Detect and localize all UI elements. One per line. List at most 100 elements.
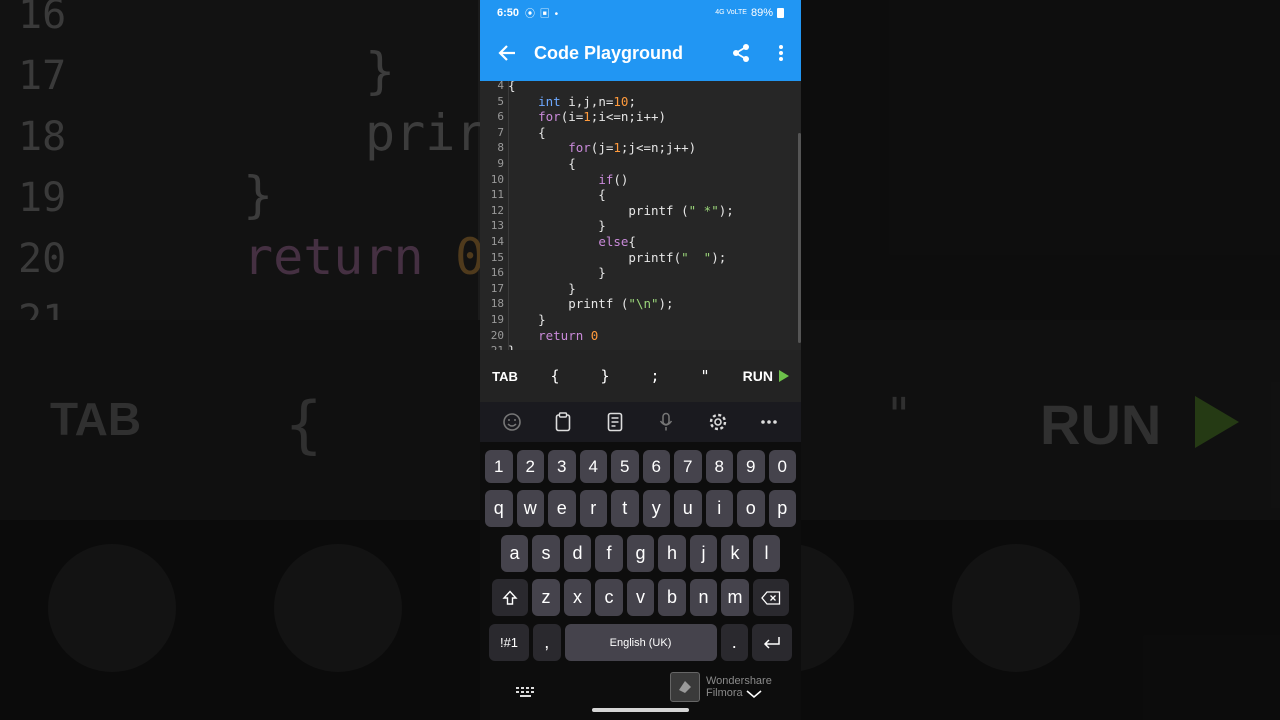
code-token: int [538, 93, 561, 109]
mic-icon[interactable] [652, 408, 680, 436]
line-number: 9 [497, 156, 504, 170]
key-h[interactable]: h [658, 535, 686, 572]
key-i[interactable]: i [705, 490, 733, 527]
key-r[interactable]: r [579, 490, 607, 527]
code-token: { [508, 155, 576, 171]
battery-percent: 89% [750, 6, 773, 19]
code-text: return 0 [506, 328, 598, 344]
close-brace-button[interactable]: } [580, 367, 630, 385]
editor-scrollbar[interactable] [798, 133, 801, 343]
more-vertical-icon[interactable] [761, 25, 801, 81]
background-dim-overlay [0, 0, 480, 720]
code-token: ; [628, 93, 636, 109]
backspace-key[interactable] [752, 579, 789, 616]
code-token: " " [681, 249, 712, 265]
code-token: (j= [590, 140, 614, 156]
shift-key[interactable] [492, 579, 529, 616]
key-e[interactable]: e [548, 490, 576, 527]
text-edit-icon[interactable] [601, 408, 629, 436]
code-token: for [538, 109, 561, 125]
key-4[interactable]: 4 [579, 450, 607, 483]
code-token: { [628, 233, 636, 249]
space-bar[interactable]: English (UK) [564, 624, 717, 661]
period-key[interactable]: . [720, 624, 748, 661]
key-1[interactable]: 1 [485, 450, 513, 483]
key-q[interactable]: q [485, 490, 513, 527]
key-0[interactable]: 0 [768, 450, 796, 483]
key-g[interactable]: g [626, 535, 655, 572]
run-button[interactable]: RUN [743, 368, 801, 384]
key-f[interactable]: f [595, 535, 623, 572]
code-line: 9 { [480, 156, 801, 172]
key-m[interactable]: m [721, 579, 749, 616]
line-number: 17 [490, 281, 504, 295]
phone-screen: 6:50 ⦿ ▣ • 4G VoLTE 89% Code Playground … [480, 0, 801, 720]
symbol-bar: TAB { } ; " RUN [480, 350, 801, 402]
share-icon[interactable] [721, 25, 761, 81]
code-token: printf( [508, 249, 682, 265]
tab-key-button[interactable]: TAB [480, 369, 530, 384]
comma-key[interactable]: , [533, 624, 561, 661]
key-5[interactable]: 5 [611, 450, 639, 483]
key-8[interactable]: 8 [705, 450, 733, 483]
letter-row-3-keys: zxcvbnm [532, 579, 749, 616]
key-2[interactable]: 2 [516, 450, 544, 483]
key-d[interactable]: d [563, 535, 592, 572]
key-o[interactable]: o [737, 490, 765, 527]
key-6[interactable]: 6 [642, 450, 670, 483]
code-token: 10 [613, 93, 629, 109]
key-9[interactable]: 9 [737, 450, 765, 483]
key-k[interactable]: k [721, 535, 749, 572]
code-text: printf(" "); [506, 250, 726, 266]
key-y[interactable]: y [642, 490, 670, 527]
key-l[interactable]: l [752, 535, 781, 572]
key-7[interactable]: 7 [674, 450, 702, 483]
key-p[interactable]: p [768, 490, 796, 527]
background-left: 16 17 18 19 20 21 } prir } return 0 TAB … [0, 0, 480, 720]
key-a[interactable]: a [500, 535, 529, 572]
semicolon-button[interactable]: ; [630, 367, 680, 385]
line-number: 7 [497, 125, 504, 139]
settings-icon[interactable] [704, 408, 732, 436]
key-s[interactable]: s [532, 535, 560, 572]
back-arrow-icon[interactable] [480, 25, 534, 81]
key-t[interactable]: t [611, 490, 639, 527]
code-token: { [508, 124, 546, 140]
code-token: " *" [688, 202, 719, 218]
more-horizontal-icon[interactable] [755, 408, 783, 436]
code-token: i,j,n= [560, 93, 614, 109]
code-token: else [598, 233, 629, 249]
line-number: 19 [490, 312, 504, 326]
symbols-key[interactable]: !#1 [489, 624, 529, 661]
enter-key[interactable] [752, 624, 792, 661]
emoji-icon[interactable] [498, 408, 526, 436]
key-z[interactable]: z [532, 579, 560, 616]
key-3[interactable]: 3 [548, 450, 576, 483]
key-x[interactable]: x [563, 579, 592, 616]
key-c[interactable]: c [595, 579, 623, 616]
code-lines: 4{5 int i,j,n=10; 6 for(i=1;i<=n;i++) 7 {8… [480, 81, 801, 350]
key-b[interactable]: b [658, 579, 686, 616]
code-line: 20 return 0 [480, 328, 801, 344]
code-editor[interactable]: 4{5 int i,j,n=10; 6 for(i=1;i<=n;i++) 7 {8… [480, 81, 801, 350]
key-n[interactable]: n [689, 579, 718, 616]
keyboard-switch-icon[interactable] [516, 686, 536, 704]
open-brace-button[interactable]: { [530, 367, 580, 385]
clipboard-icon[interactable] [549, 408, 577, 436]
key-w[interactable]: w [516, 490, 544, 527]
code-token: { [508, 187, 606, 203]
key-v[interactable]: v [626, 579, 655, 616]
code-token: 1 [583, 109, 591, 125]
key-j[interactable]: j [689, 535, 718, 572]
watermark-line1: Wondershare [706, 675, 772, 687]
line-number: 14 [490, 234, 504, 248]
number-row: 1234567890 [480, 450, 801, 483]
code-token: } [508, 218, 606, 234]
code-token: } [508, 343, 516, 350]
code-line: 18 printf ("\n"); [480, 296, 801, 312]
code-token: printf ( [508, 202, 689, 218]
key-u[interactable]: u [674, 490, 702, 527]
code-text: { [506, 187, 606, 203]
home-indicator[interactable] [592, 708, 689, 712]
quote-button[interactable]: " [680, 367, 730, 385]
